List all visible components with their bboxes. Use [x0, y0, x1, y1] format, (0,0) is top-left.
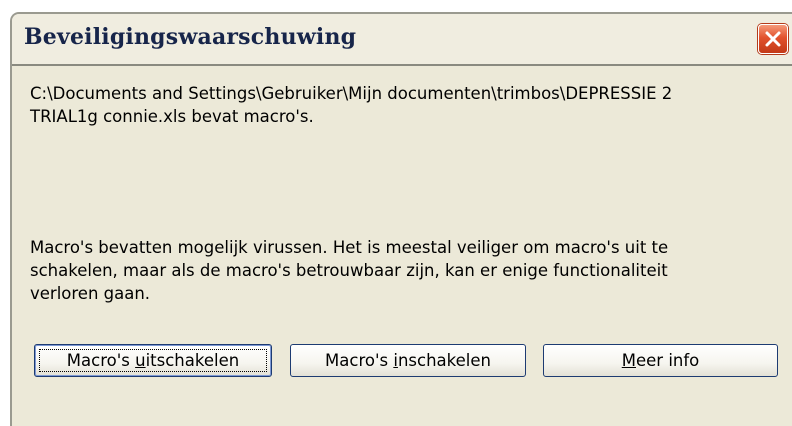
path-line-2: TRIAL1g connie.xls bevat macro's. — [30, 107, 314, 126]
close-icon — [765, 31, 781, 47]
enable-label-pre: Macro's — [325, 351, 394, 370]
warning-line-3: verloren gaan. — [30, 284, 151, 303]
more-info-button[interactable]: Meer info — [543, 344, 778, 377]
enable-macros-button[interactable]: Macro's inschakelen — [290, 344, 526, 377]
warning-line-2: schakelen, maar als de macro's betrouwba… — [30, 261, 668, 280]
enable-macros-label: Macro's inschakelen — [325, 351, 491, 370]
file-path-message: C:\Documents and Settings\Gebruiker\Mijn… — [30, 82, 790, 128]
path-line-1: C:\Documents and Settings\Gebruiker\Mijn… — [30, 84, 673, 103]
dialog-title: Beveiligingswaarschuwing — [24, 24, 357, 50]
warning-line-1: Macro's bevatten mogelijk virussen. Het … — [30, 238, 669, 257]
more-info-label: Meer info — [622, 351, 700, 370]
disable-macros-button[interactable]: Macro's uitschakelen — [34, 344, 272, 377]
close-button[interactable] — [758, 24, 788, 54]
macro-warning-message: Macro's bevatten mogelijk virussen. Het … — [30, 236, 785, 305]
info-label-accesskey: M — [621, 351, 636, 370]
focus-rectangle — [39, 349, 267, 372]
enable-label-post: nschakelen — [397, 351, 491, 370]
security-warning-dialog: Beveiligingswaarschuwing C:\Documents an… — [10, 12, 792, 426]
info-label-post: eer info — [635, 351, 700, 370]
title-bar[interactable]: Beveiligingswaarschuwing — [12, 14, 792, 66]
